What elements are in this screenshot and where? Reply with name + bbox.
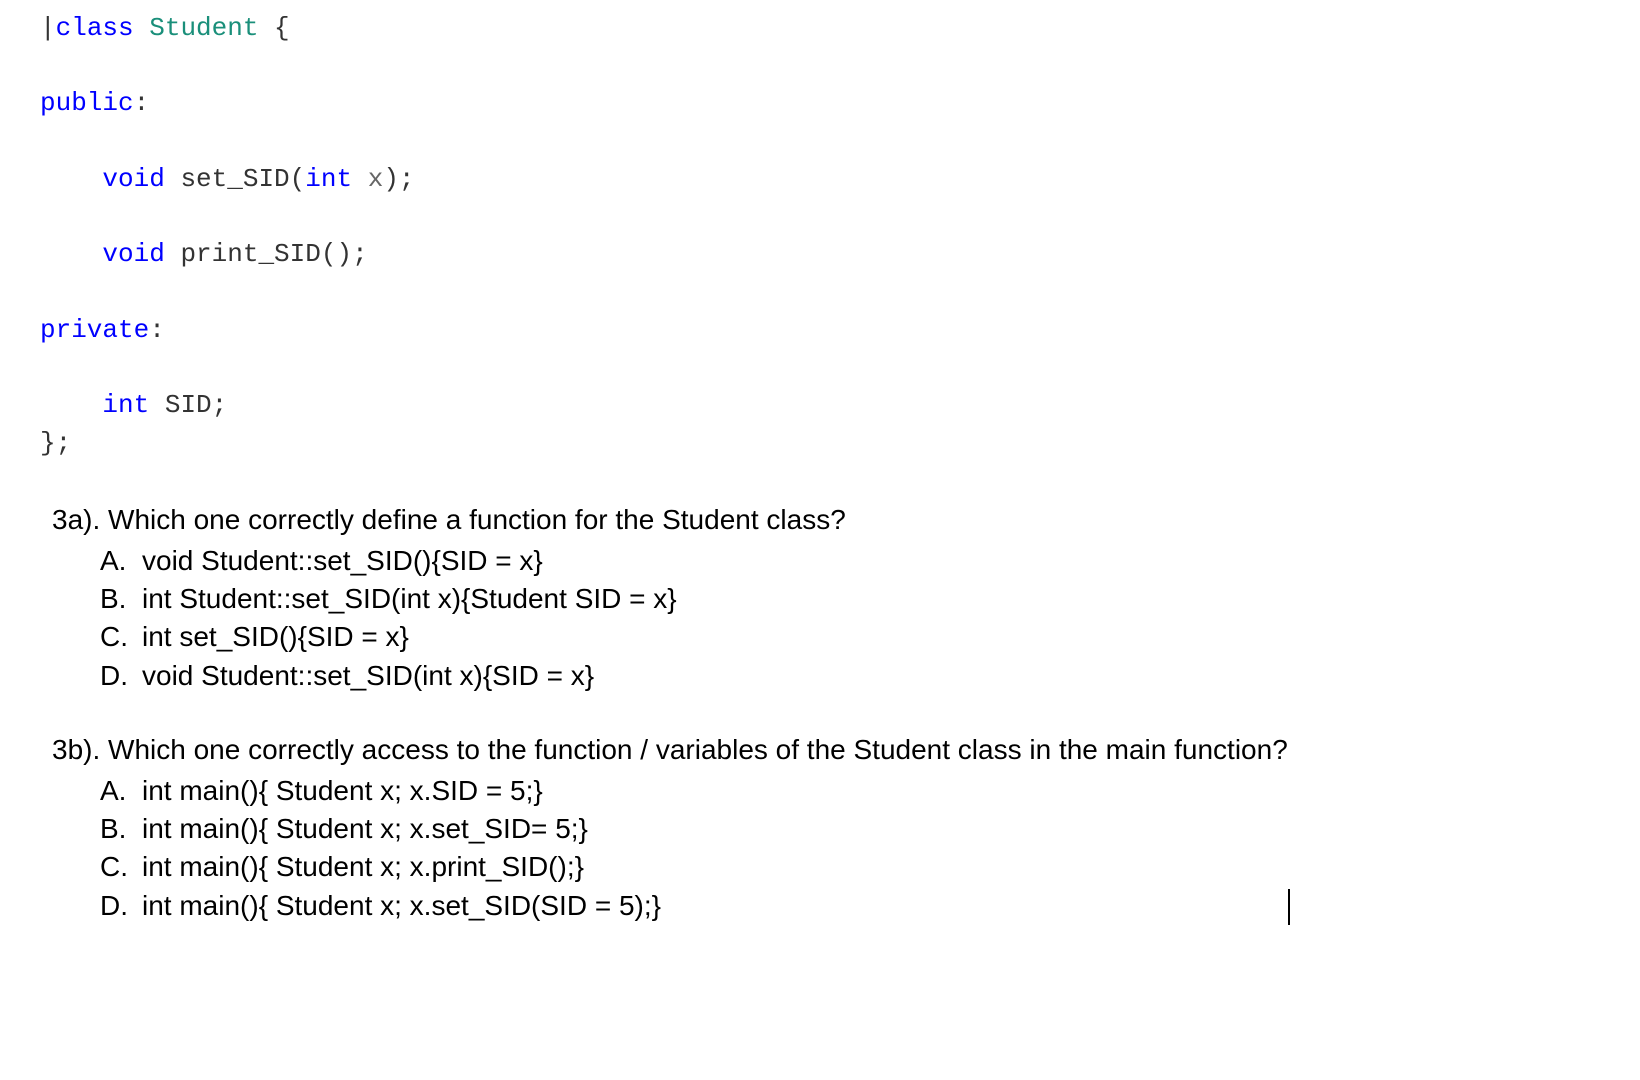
keyword-int: int [305,164,352,194]
code-block: |class Student { public: void set_SID(in… [40,10,1600,462]
code-line-blank [40,274,1600,312]
option-a: A. void Student::set_SID(){SID = x} [100,543,1600,579]
code-line-close: }; [40,425,1600,463]
option-text: int main(){ Student x; x.print_SID();} [142,849,1600,885]
option-text: int main(){ Student x; x.set_SID(SID = 5… [142,888,1600,924]
keyword-int: int [102,390,149,420]
option-text: int main(){ Student x; x.set_SID= 5;} [142,811,1600,847]
keyword-private: private [40,315,149,345]
question-prompt: 3b). Which one correctly access to the f… [52,732,1600,768]
code-text: : [134,88,150,118]
keyword-public: public [40,88,134,118]
code-text: { [258,13,289,43]
options-list: A. void Student::set_SID(){SID = x} B. i… [100,543,1600,695]
option-text: int set_SID(){SID = x} [142,619,1600,655]
option-letter: D. [100,658,142,694]
option-text: void Student::set_SID(int x){SID = x} [142,658,1600,694]
code-line-sid: int SID; [40,387,1600,425]
option-text: int Student::set_SID(int x){Student SID … [142,581,1600,617]
code-text: }; [40,428,71,458]
option-c: C. int set_SID(){SID = x} [100,619,1600,655]
option-text: int main(){ Student x; x.SID = 5;} [142,773,1600,809]
text-cursor [1288,889,1290,925]
option-letter: A. [100,773,142,809]
keyword-void: void [102,239,164,269]
code-line-blank [40,198,1600,236]
code-text: : [149,315,165,345]
option-letter: D. [100,888,142,924]
code-line-public: public: [40,85,1600,123]
question-3a: 3a). Which one correctly define a functi… [52,502,1600,694]
option-d: D. int main(){ Student x; x.set_SID(SID … [100,888,1600,924]
code-text: print_SID(); [165,239,368,269]
param-name: x [352,164,383,194]
option-d: D. void Student::set_SID(int x){SID = x} [100,658,1600,694]
class-name: Student [149,13,258,43]
code-text: ); [383,164,414,194]
question-3b: 3b). Which one correctly access to the f… [52,732,1600,924]
code-line-1: |class Student { [40,10,1600,48]
keyword-class: class [56,13,134,43]
code-line-blank [40,48,1600,86]
code-text: set_SID( [165,164,305,194]
code-line-setsid: void set_SID(int x); [40,161,1600,199]
option-letter: C. [100,849,142,885]
option-letter: C. [100,619,142,655]
option-b: B. int main(){ Student x; x.set_SID= 5;} [100,811,1600,847]
option-text: void Student::set_SID(){SID = x} [142,543,1600,579]
option-a: A. int main(){ Student x; x.SID = 5;} [100,773,1600,809]
code-line-printsid: void print_SID(); [40,236,1600,274]
option-letter: B. [100,811,142,847]
option-c: C. int main(){ Student x; x.print_SID();… [100,849,1600,885]
option-b: B. int Student::set_SID(int x){Student S… [100,581,1600,617]
code-line-blank [40,349,1600,387]
option-letter: A. [100,543,142,579]
code-line-blank [40,123,1600,161]
options-list: A. int main(){ Student x; x.SID = 5;} B.… [100,773,1600,925]
code-text: SID; [149,390,227,420]
keyword-void: void [102,164,164,194]
question-prompt: 3a). Which one correctly define a functi… [52,502,1600,538]
code-line-private: private: [40,312,1600,350]
option-letter: B. [100,581,142,617]
